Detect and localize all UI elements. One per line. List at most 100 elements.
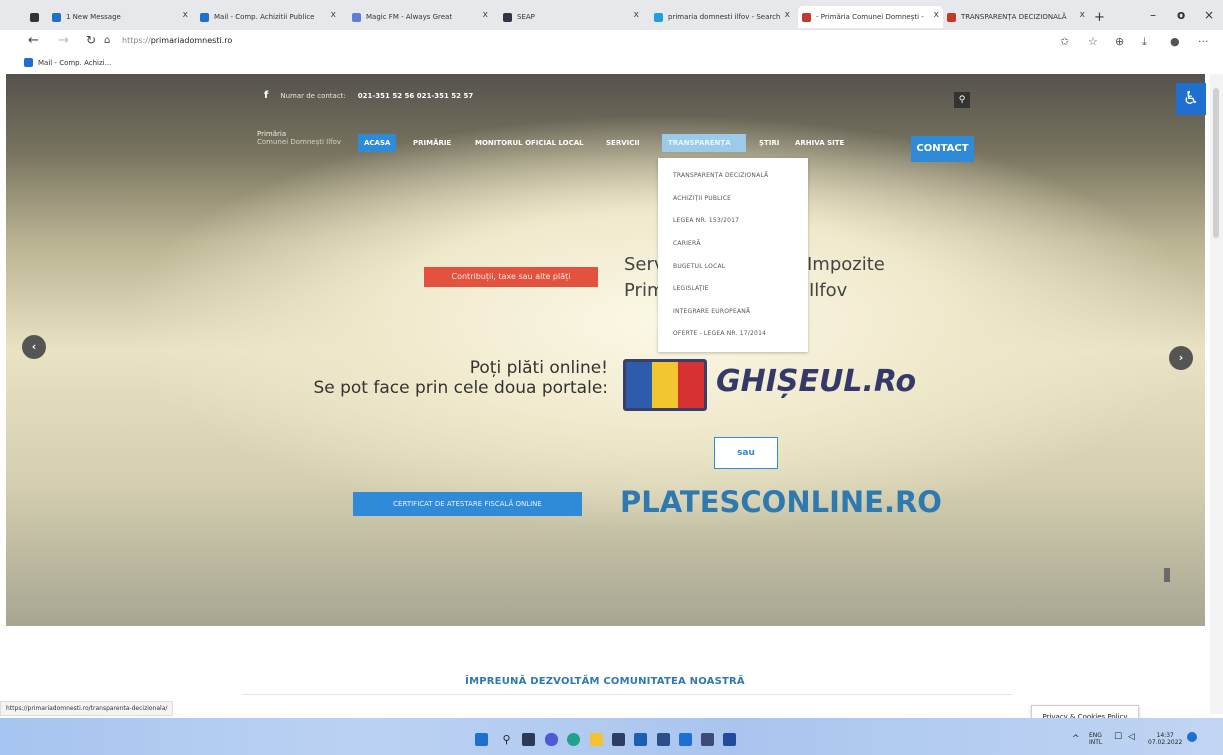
maximize-icon[interactable]: o (1177, 8, 1185, 22)
tab-mail-achizitii[interactable]: Mail - Comp. Achizitii Publice x (200, 6, 340, 28)
edge-icon[interactable] (567, 733, 580, 746)
menu-stiri[interactable]: ȘTIRI (753, 134, 785, 152)
slider-prev-arrow-icon[interactable]: ‹ (22, 335, 46, 359)
more-icon[interactable]: ··· (1198, 35, 1209, 48)
slider-next-arrow-icon[interactable]: › (1169, 346, 1193, 370)
collections-icon[interactable]: ⊕ (1115, 35, 1124, 48)
tab-title: primaria domnesti ilfov - Search (668, 13, 781, 21)
site-logo[interactable]: Primăria Comunei Domnești Ilfov (257, 130, 341, 146)
certificate-button[interactable]: CERTIFICAT DE ATESTARE FISCALĂ ONLINE (353, 492, 582, 516)
close-icon[interactable]: x (483, 10, 488, 20)
favorite-label: Mail - Comp. Achizi... (38, 58, 112, 67)
chat-icon[interactable] (545, 733, 558, 746)
tab-search[interactable]: primaria domnesti ilfov - Search x (654, 6, 794, 28)
dropdown-item-oferte[interactable]: OFERTE - LEGEA NR. 17/2014 (673, 330, 766, 337)
network-icon[interactable]: ☐ (1114, 733, 1122, 742)
status-url: https://primariadomnesti.ro/transparenta… (0, 701, 174, 716)
refresh-icon[interactable]: ↻ (86, 33, 96, 47)
search-icon[interactable]: ⚲ (500, 733, 513, 746)
keyboard-layout: INTL (1089, 739, 1103, 746)
forward-icon[interactable]: → (58, 33, 69, 48)
tab-title: Mail - Comp. Achizitii Publice (214, 13, 315, 21)
tab-title: - Primăria Comunei Domnești - (816, 13, 924, 21)
ghiseul-logo-icon[interactable] (623, 359, 707, 411)
start-icon[interactable] (475, 733, 488, 746)
task-view-icon[interactable] (522, 733, 535, 746)
clock[interactable]: 14:37 07.02.2022 (1148, 732, 1182, 746)
menu-transparenta[interactable]: TRANSPARENȚA (662, 134, 746, 152)
close-icon[interactable]: x (1080, 10, 1085, 20)
read-aloud-icon[interactable]: ✩ (1060, 35, 1069, 48)
app-icon[interactable] (723, 733, 736, 746)
tab-transparenta[interactable]: TRANSPARENȚA DECIZIONALĂ x (947, 6, 1089, 28)
dropdown-item-achizitii[interactable]: ACHIZIȚII PUBLICE (673, 195, 731, 202)
search-icon[interactable]: ⚲ (954, 92, 970, 108)
language-code: ENG (1089, 732, 1102, 739)
notification-icon[interactable] (1187, 732, 1197, 742)
platesconline-link[interactable]: PLATESCONLINE.RO (620, 485, 942, 519)
menu-arhiva[interactable]: ARHIVA SITE (789, 134, 850, 152)
dropdown-item-buget[interactable]: BUGETUL LOCAL (673, 263, 725, 270)
close-icon[interactable]: x (634, 10, 639, 20)
favorite-item[interactable]: Mail - Comp. Achizi... (24, 58, 111, 67)
language-indicator[interactable]: ENG INTL (1089, 732, 1102, 746)
mail-icon[interactable] (634, 733, 647, 746)
file-explorer-icon[interactable] (590, 733, 603, 746)
clock-time: 14:37 (1156, 732, 1174, 739)
menu-acasa[interactable]: ACASA (358, 134, 397, 152)
ghiseul-link[interactable]: GHIȘEUL.Ro (716, 364, 916, 399)
app-icon[interactable] (657, 733, 670, 746)
section-divider (242, 694, 1012, 695)
app-icon[interactable] (701, 733, 714, 746)
store-icon[interactable] (612, 733, 625, 746)
tab-title: Magic FM - Always Great (366, 13, 453, 21)
menu-primarie[interactable]: PRIMĂRIE (407, 134, 457, 152)
favorites-icon[interactable]: ☆ (1088, 35, 1098, 48)
url-scheme: https:// (122, 36, 151, 45)
app-icon[interactable] (679, 733, 692, 746)
slider-indicator[interactable] (1164, 568, 1170, 582)
back-icon[interactable]: ← (28, 33, 39, 48)
lock-icon[interactable]: ⌂ (104, 35, 110, 46)
close-icon[interactable]: x (934, 10, 939, 20)
crest-icon (947, 12, 956, 22)
tab-primaria[interactable]: - Primăria Comunei Domnești - x (798, 6, 943, 28)
dropdown-item-legea-153[interactable]: LEGEA NR. 153/2017 (673, 217, 739, 224)
mail-icon (24, 58, 33, 67)
profile-icon[interactable]: ● (1170, 35, 1180, 48)
dropdown-item-integrare[interactable]: INTEGRARE EUROPEANĂ (673, 308, 750, 315)
mail-icon (52, 12, 61, 22)
menu-servicii[interactable]: SERVICII (600, 134, 646, 152)
url-field[interactable]: https://primariadomnesti.ro (122, 36, 232, 45)
contact-button[interactable]: CONTACT (911, 136, 974, 162)
dropdown-item-cariera[interactable]: CARIERĂ (673, 240, 701, 247)
menu-monitorul[interactable]: MONITORUL OFICIAL LOCAL (469, 134, 590, 152)
minimize-icon[interactable]: – (1150, 8, 1156, 22)
tab-magic-fm[interactable]: Magic FM - Always Great x (352, 6, 492, 28)
tab-seap[interactable]: SEAP x (503, 6, 643, 28)
scrollbar-thumb[interactable] (1213, 88, 1219, 238)
logo-line1: Primăria (257, 130, 287, 138)
volume-icon[interactable]: ◁ (1128, 733, 1135, 742)
downloads-icon[interactable]: ⤓ (1142, 35, 1147, 49)
dropdown-item-legislatie[interactable]: LEGISLAȚIE (673, 285, 709, 292)
sau-button[interactable]: sau (714, 437, 778, 469)
accessibility-icon[interactable]: ♿ (1176, 83, 1206, 115)
seap-icon (503, 12, 512, 22)
mail-icon (200, 12, 209, 22)
close-icon[interactable]: x (331, 10, 336, 20)
new-tab-button[interactable]: + (1094, 6, 1110, 28)
facebook-icon[interactable]: f (264, 90, 268, 101)
tab-new-message[interactable]: 1 New Message x (52, 6, 192, 28)
page-scrollbar[interactable] (1210, 74, 1223, 714)
dropdown-item-transparenta-decizionala[interactable]: TRANSPARENȚA DECIZIONALĂ (673, 172, 768, 179)
clock-date: 07.02.2022 (1148, 739, 1183, 746)
close-window-icon[interactable]: × (1204, 8, 1214, 22)
close-icon[interactable]: x (785, 10, 790, 20)
close-icon[interactable]: x (183, 10, 188, 20)
address-bar-row: ← → ↻ ⌂ https://primariadomnesti.ro ✩ ☆ … (0, 30, 1223, 54)
chevron-up-icon[interactable]: ^ (1072, 735, 1080, 744)
taxes-button[interactable]: Contribuții, taxe sau alte plăți (424, 267, 598, 287)
tab-actions-icon[interactable] (30, 6, 50, 28)
community-heading: ÎMPREUNĂ DEZVOLTĂM COMUNITATEA NOASTRĂ (465, 676, 745, 687)
